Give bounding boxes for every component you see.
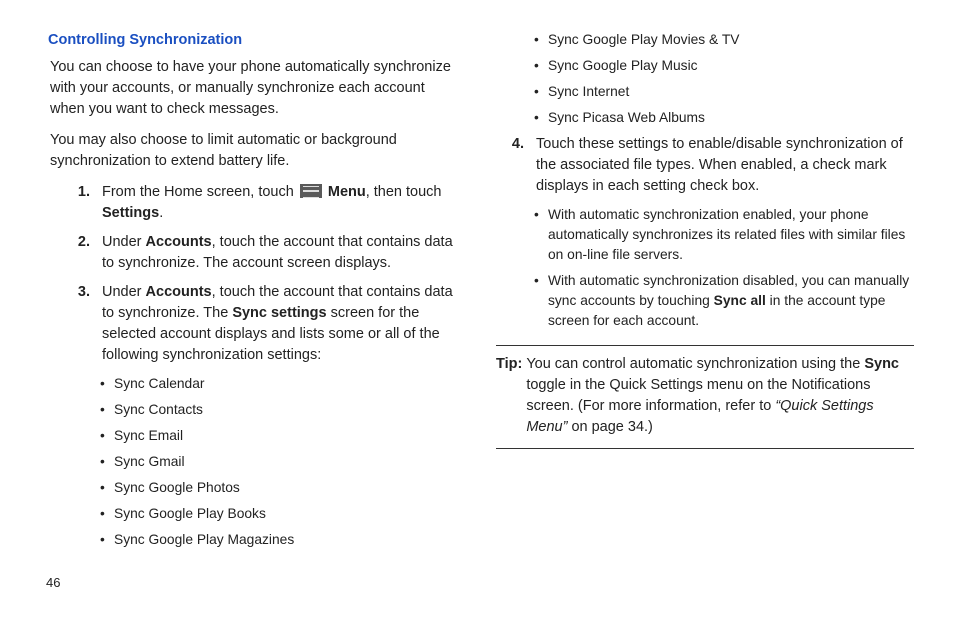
bullet-text: Sync Gmail — [114, 452, 458, 472]
bullet-icon: • — [534, 205, 548, 265]
bullet-icon: • — [534, 82, 548, 102]
list-item: •Sync Internet — [534, 82, 914, 102]
right-column: •Sync Google Play Movies & TV •Sync Goog… — [496, 30, 914, 556]
bullet-icon: • — [534, 30, 548, 50]
tip-text: You can control automatic synchronizatio… — [526, 356, 864, 372]
section-heading: Controlling Synchronization — [48, 30, 458, 51]
bullet-text: With automatic synchronization enabled, … — [548, 205, 914, 265]
menu-label: Menu — [328, 184, 366, 200]
list-item: •Sync Google Photos — [100, 478, 458, 498]
list-item: •Sync Google Play Movies & TV — [534, 30, 914, 50]
list-item: •Sync Calendar — [100, 374, 458, 394]
settings-label: Settings — [102, 205, 159, 221]
list-item: •Sync Gmail — [100, 452, 458, 472]
left-column: Controlling Synchronization You can choo… — [40, 30, 458, 556]
step-text: Under — [102, 284, 146, 300]
bullet-icon: • — [100, 374, 114, 394]
bullet-icon: • — [100, 452, 114, 472]
step-text: Under — [102, 234, 146, 250]
bullet-text: With automatic synchronization disabled,… — [548, 271, 914, 331]
sync-settings-label: Sync settings — [232, 305, 326, 321]
step-text: , then touch — [366, 184, 442, 200]
list-item: •Sync Email — [100, 426, 458, 446]
bullet-icon: • — [100, 504, 114, 524]
list-item: • With automatic synchronization disable… — [534, 271, 914, 331]
menu-icon — [300, 184, 322, 198]
bullet-icon: • — [100, 426, 114, 446]
step-body: From the Home screen, touch Menu, then t… — [102, 182, 458, 224]
bullet-text: Sync Google Play Books — [114, 504, 458, 524]
bullet-icon: • — [534, 271, 548, 331]
accounts-label: Accounts — [146, 234, 212, 250]
bullet-text: Sync Internet — [548, 82, 914, 102]
bullet-text: Sync Google Photos — [114, 478, 458, 498]
accounts-label: Accounts — [146, 284, 212, 300]
step-number: 1. — [64, 182, 90, 224]
step-4: 4. Touch these settings to enable/disabl… — [498, 134, 914, 197]
step-number: 2. — [64, 232, 90, 274]
bullet-text: Sync Google Play Magazines — [114, 530, 458, 550]
list-item: •Sync Picasa Web Albums — [534, 108, 914, 128]
step-body: Under Accounts, touch the account that c… — [102, 232, 458, 274]
step-body: Under Accounts, touch the account that c… — [102, 282, 458, 366]
step-3: 3. Under Accounts, touch the account tha… — [64, 282, 458, 366]
step-number: 4. — [498, 134, 524, 197]
bullet-icon: • — [100, 400, 114, 420]
list-item: • With automatic synchronization enabled… — [534, 205, 914, 265]
bullet-text: Sync Google Play Movies & TV — [548, 30, 914, 50]
page-columns: Controlling Synchronization You can choo… — [40, 30, 914, 556]
step-2: 2. Under Accounts, touch the account tha… — [64, 232, 458, 274]
bullet-icon: • — [100, 478, 114, 498]
bullet-text: Sync Contacts — [114, 400, 458, 420]
intro-paragraph-1: You can choose to have your phone automa… — [50, 57, 458, 120]
step-1: 1. From the Home screen, touch Menu, the… — [64, 182, 458, 224]
list-item: •Sync Google Play Books — [100, 504, 458, 524]
list-item: •Sync Contacts — [100, 400, 458, 420]
bullet-text: Sync Google Play Music — [548, 56, 914, 76]
step-text: From the Home screen, touch — [102, 184, 298, 200]
bullet-text: Sync Picasa Web Albums — [548, 108, 914, 128]
list-item: •Sync Google Play Music — [534, 56, 914, 76]
step-text: . — [159, 205, 163, 221]
tip-body: You can control automatic synchronizatio… — [526, 354, 914, 438]
step-number: 3. — [64, 282, 90, 366]
page-number: 46 — [46, 574, 914, 593]
bullet-icon: • — [534, 108, 548, 128]
tip-label: Tip: — [496, 354, 522, 438]
sync-label: Sync — [864, 356, 899, 372]
bullet-text: Sync Calendar — [114, 374, 458, 394]
intro-paragraph-2: You may also choose to limit automatic o… — [50, 130, 458, 172]
tip-text: on page 34.) — [567, 419, 652, 435]
bullet-icon: • — [100, 530, 114, 550]
tip-block: Tip: You can control automatic synchroni… — [496, 345, 914, 449]
step-body: Touch these settings to enable/disable s… — [536, 134, 914, 197]
bullet-text: Sync Email — [114, 426, 458, 446]
sync-all-label: Sync all — [714, 293, 766, 308]
list-item: •Sync Google Play Magazines — [100, 530, 458, 550]
bullet-icon: • — [534, 56, 548, 76]
